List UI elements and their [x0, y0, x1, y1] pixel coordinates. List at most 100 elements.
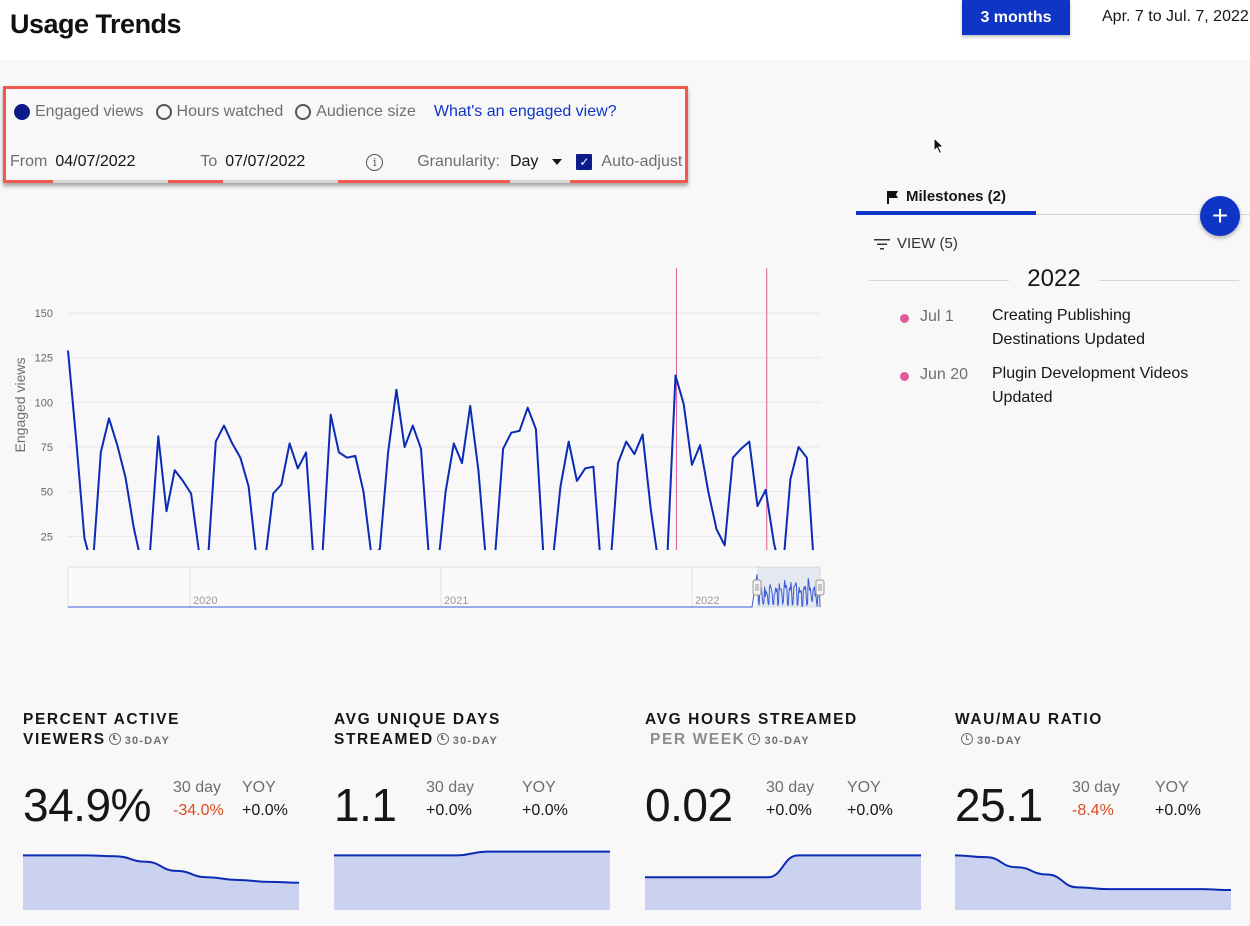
- kpi-sparkline: [334, 850, 610, 910]
- y-tick-label: 100: [35, 397, 53, 409]
- kpi-col-head: YOY: [1155, 779, 1189, 796]
- radio-hours-watched[interactable]: Hours watched: [155, 103, 284, 121]
- kpi-period: 30-DAY: [977, 735, 1023, 747]
- milestone-item[interactable]: Jun 20 Plugin Development Videos Updated: [900, 365, 1212, 410]
- kpi-col-value: +0.0%: [1155, 802, 1201, 819]
- radio-label: Hours watched: [176, 103, 284, 120]
- to-date-input[interactable]: 07/07/2022: [223, 153, 339, 183]
- granularity-label: Granularity:: [417, 153, 500, 170]
- kpi-title: WAU/MAU RATIO 30-DAY: [955, 710, 1231, 751]
- granularity-select[interactable]: Day: [509, 153, 571, 183]
- milestone-date: Jun 20: [920, 366, 969, 383]
- kpi-30day: 30 day -34.0%: [173, 779, 224, 820]
- milestone-date: Jul 1: [920, 308, 954, 325]
- mouse-cursor-icon: [933, 137, 945, 155]
- kpi-col-head: 30 day: [1072, 779, 1121, 796]
- milestone-item[interactable]: Jul 1 Creating Publishing Destinations U…: [900, 307, 1212, 352]
- clock-icon: [436, 733, 449, 745]
- radio-engaged-views[interactable]: Engaged views: [14, 103, 144, 121]
- sparkline-area: [334, 851, 610, 910]
- navigator-left-handle[interactable]: [752, 579, 762, 596]
- from-date-input[interactable]: 04/07/2022: [53, 153, 169, 183]
- range-3-months-button[interactable]: 3 months: [962, 0, 1070, 35]
- add-milestone-button[interactable]: +: [1200, 196, 1240, 236]
- kpi-title-line2: STREAMED: [334, 731, 434, 748]
- flag-icon: [886, 190, 898, 204]
- kpi-title: PERCENT ACTIVE VIEWERS 30-DAY: [23, 710, 299, 751]
- kpi-30day: 30 day +0.0%: [426, 779, 474, 820]
- kpi-yoy: YOY +0.0%: [242, 779, 288, 820]
- page-title: Usage Trends: [10, 9, 182, 39]
- kpi-card-avg-unique-days: AVG UNIQUE DAYS STREAMED 30-DAY 1.1 30 da…: [334, 710, 610, 910]
- kpi-title-line2: PER WEEK: [650, 731, 746, 748]
- kpi-30day: 30 day +0.0%: [766, 779, 814, 820]
- filter-icon: [874, 238, 890, 249]
- kpi-sparkline: [955, 854, 1231, 910]
- radio-unchecked-icon: [295, 104, 312, 120]
- kpi-30day: 30 day -8.4%: [1072, 779, 1120, 820]
- view-filter-button[interactable]: VIEW (5): [874, 235, 958, 252]
- info-icon[interactable]: i: [366, 153, 384, 171]
- clock-icon: [961, 733, 973, 745]
- milestone-title: Plugin Development Videos Updated: [992, 365, 1189, 406]
- navigator-right-handle[interactable]: [815, 579, 825, 596]
- metric-selector: Engaged views Hours watched Audience siz…: [14, 103, 617, 121]
- kpi-col-value: -34.0%: [173, 802, 224, 819]
- engaged-view-help-link[interactable]: What's an engaged view?: [434, 103, 617, 121]
- date-controls: From 04/07/2022 To 07/07/2022 i Granular…: [10, 153, 683, 183]
- main-panel: Engaged views Hours watched Audience siz…: [0, 60, 1250, 926]
- tab-label: Milestones (2): [905, 188, 1007, 205]
- from-label: From: [10, 153, 48, 170]
- kpi-period: 30-DAY: [764, 735, 810, 747]
- tab-milestones[interactable]: Milestones (2): [856, 182, 1036, 215]
- year-label: 2022: [1027, 265, 1081, 292]
- clock-icon: [748, 733, 761, 745]
- kpi-sparkline: [23, 854, 299, 910]
- top-bar: Usage Trends 3 months Apr. 7 to Jul. 7, …: [0, 0, 1250, 60]
- milestone-title: Creating Publishing Destinations Updated: [992, 307, 1145, 348]
- milestone-dot-icon: [900, 314, 909, 323]
- kpi-title: AVG UNIQUE DAYS STREAMED 30-DAY: [334, 710, 610, 751]
- engaged-views-chart: 0255075100125150 18. Apr2. May16. May30.…: [12, 268, 820, 550]
- auto-adjust-label: Auto-adjust: [601, 153, 683, 170]
- kpi-col-head: 30 day: [426, 779, 475, 796]
- kpi-period: 30-DAY: [452, 735, 499, 747]
- kpi-col-value: +0.0%: [426, 802, 472, 819]
- chevron-down-icon[interactable]: [552, 159, 563, 165]
- kpi-col-head: 30 day: [173, 779, 222, 796]
- kpi-col-head: 30 day: [766, 779, 815, 796]
- date-range-text: Apr. 7 to Jul. 7, 2022: [1102, 8, 1249, 25]
- navigator-year-label: 2022: [695, 595, 719, 607]
- auto-adjust-checkbox[interactable]: ✓: [576, 154, 593, 170]
- kpi-card-avg-hours-streamed: AVG HOURS STREAMED PER WEEK 30-DAY 0.02 3…: [645, 710, 921, 910]
- kpi-value: 25.1: [955, 779, 1043, 831]
- kpi-yoy: YOY +0.0%: [847, 779, 893, 820]
- kpi-value: 1.1: [334, 779, 397, 831]
- kpi-col-value: +0.0%: [847, 802, 893, 819]
- kpi-title-line1: PERCENT ACTIVE: [23, 711, 181, 728]
- radio-audience-size[interactable]: Audience size: [295, 103, 416, 121]
- sparkline-area: [955, 855, 1231, 910]
- navigator-year-label: 2020: [193, 595, 217, 607]
- kpi-col-value: +0.0%: [242, 802, 288, 819]
- sparkline-area: [645, 855, 921, 910]
- radio-label: Audience size: [316, 103, 416, 120]
- radio-checked-icon: [14, 104, 30, 120]
- to-label: To: [200, 153, 218, 170]
- clock-icon: [108, 733, 121, 745]
- kpi-col-head: YOY: [522, 779, 556, 796]
- radio-unchecked-icon: [155, 104, 172, 120]
- kpi-value: 0.02: [645, 779, 733, 831]
- view-filter-label: VIEW (5): [897, 235, 958, 252]
- range-navigator[interactable]: 2020 2021 2022: [0, 560, 840, 620]
- kpi-col-head: YOY: [242, 779, 276, 796]
- y-tick-label: 50: [41, 487, 53, 499]
- kpi-title-line1: AVG HOURS STREAMED: [645, 711, 858, 728]
- y-tick-label: 150: [35, 308, 53, 320]
- kpi-title: AVG HOURS STREAMED PER WEEK 30-DAY: [645, 710, 921, 751]
- kpi-title-line2: VIEWERS: [23, 731, 106, 748]
- y-axis-label: Engaged views: [12, 358, 28, 453]
- y-tick-label: 25: [41, 531, 53, 543]
- kpi-value: 34.9%: [23, 779, 151, 831]
- kpi-sparkline: [645, 854, 921, 910]
